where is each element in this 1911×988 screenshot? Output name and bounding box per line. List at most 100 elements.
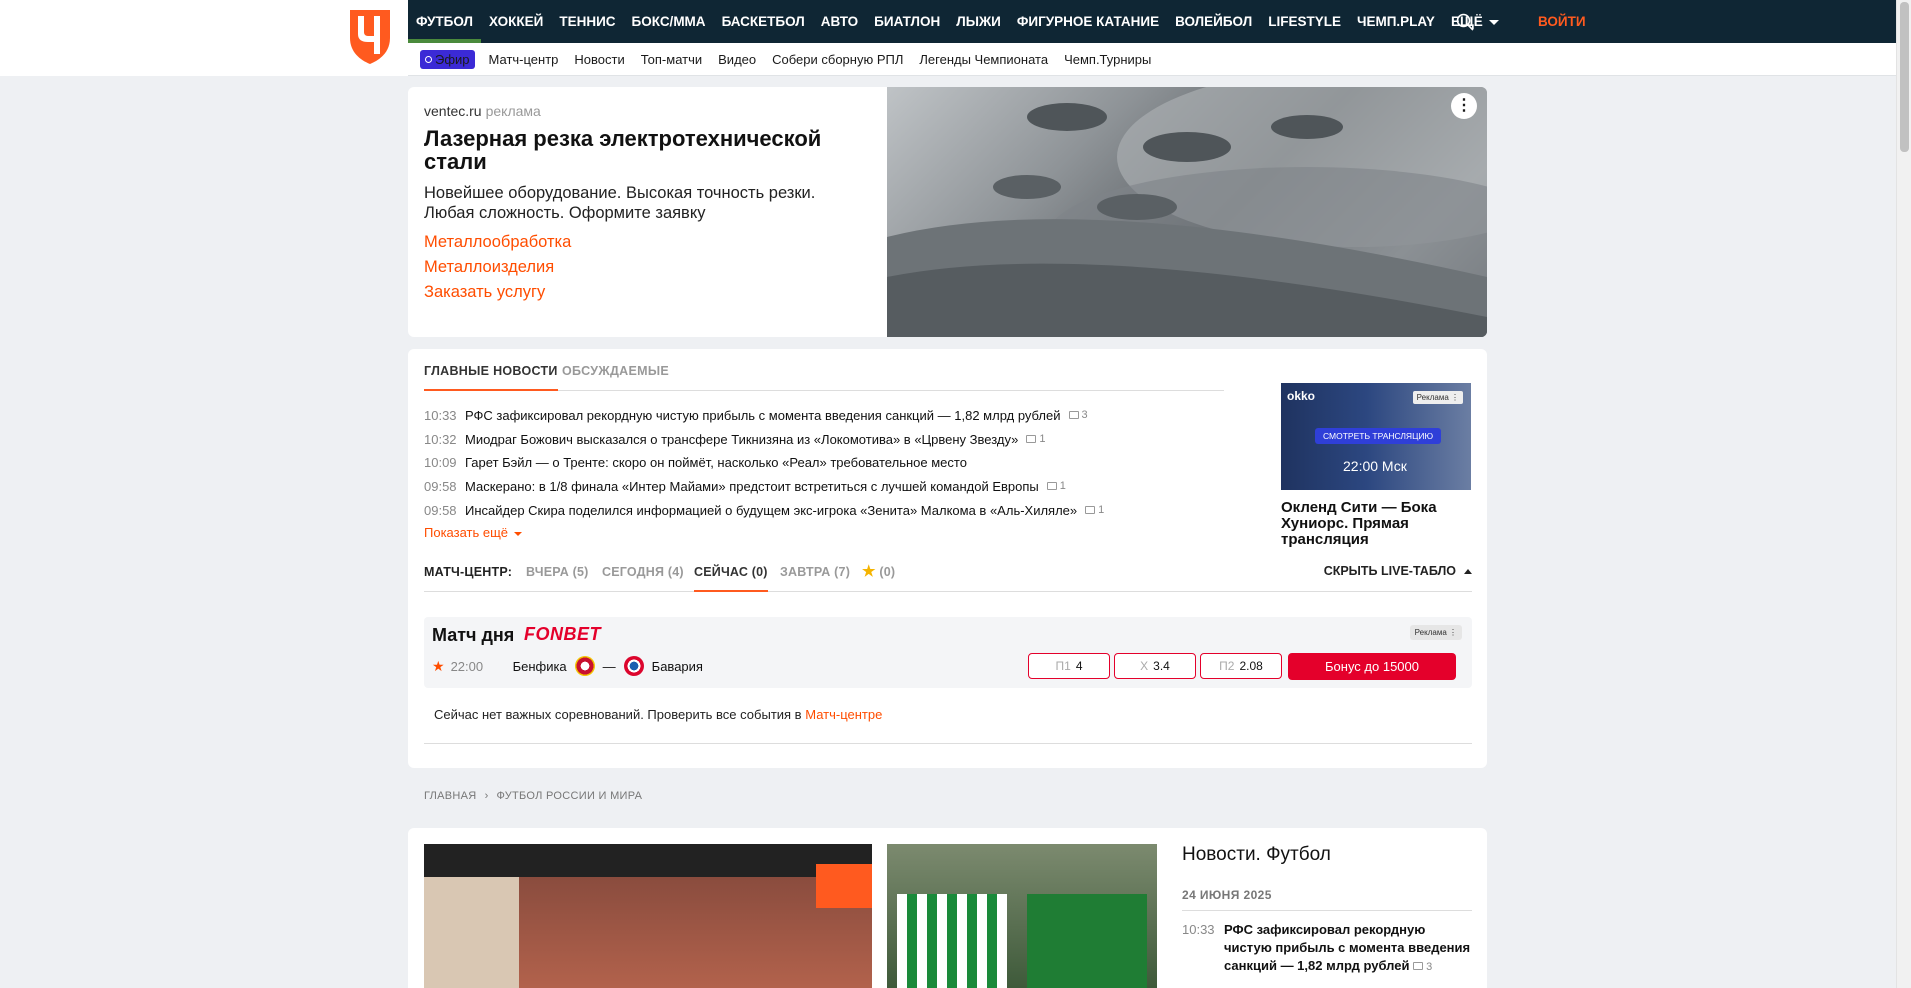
promo-image[interactable]: okko Реклама ⋮ СМОТРЕТЬ ТРАНСЛЯЦИЮ 22:00… <box>1281 383 1471 490</box>
odd-away[interactable]: П2 2.08 <box>1200 653 1282 679</box>
news-item[interactable]: 10:09 Гарет Бэйл — о Тренте: скоро он по… <box>424 453 967 471</box>
nav-lifestyle[interactable]: LIFESTYLE <box>1260 0 1349 43</box>
nav-figure-skating[interactable]: ФИГУРНОЕ КАТАНИЕ <box>1009 0 1167 43</box>
match-center-tabs: МАТЧ-ЦЕНТР: ВЧЕРА (5) СЕГОДНЯ (4) СЕЙЧАС… <box>424 564 1472 592</box>
promo-time: 22:00 Мск <box>1343 458 1407 474</box>
news-title[interactable]: Маскерано: в 1/8 финала «Интер Майами» п… <box>465 479 1039 494</box>
chevron-right-icon: › <box>484 790 489 802</box>
chevron-down-icon <box>1488 19 1499 25</box>
fonbet-logo[interactable]: FONBET <box>524 624 601 645</box>
subnav-legends[interactable]: Легенды Чемпионата <box>919 52 1048 67</box>
ad-banner[interactable]: ventec.ru реклама Лазерная резка электрот… <box>408 87 1487 337</box>
feed-date: 24 ИЮНЯ 2025 <box>1182 888 1472 911</box>
comment-icon <box>1413 962 1424 970</box>
tab-yesterday[interactable]: ВЧЕРА (5) <box>526 564 589 592</box>
feed-title[interactable]: Новости. Футбол <box>1182 844 1472 866</box>
show-more-button[interactable]: Показать ещё <box>424 525 523 540</box>
odd-away-label: П2 <box>1219 659 1235 673</box>
feed-item[interactable]: 10:33 РФС зафиксировал рекордную чистую … <box>1182 921 1472 976</box>
news-comments[interactable]: 1 <box>1026 433 1046 445</box>
news-comments[interactable]: 1 <box>1085 504 1104 516</box>
nav-auto[interactable]: АВТО <box>813 0 866 43</box>
live-icon <box>425 56 432 63</box>
news-comments[interactable]: 1 <box>1046 480 1066 492</box>
star-icon: ★ <box>862 563 876 580</box>
tab-favorites[interactable]: ★ (0) <box>862 564 895 592</box>
favorite-star-icon[interactable]: ★ <box>432 658 445 675</box>
breadcrumb-home[interactable]: ГЛАВНАЯ <box>424 790 477 802</box>
feed-headline[interactable]: РФС зафиксировал рекордную чистую прибыл… <box>1224 921 1472 976</box>
nav-champ-play[interactable]: ЧЕМП.PLAY <box>1349 0 1443 43</box>
news-item[interactable]: 10:33 РФС зафиксировал рекордную чистую … <box>424 406 1088 424</box>
news-title[interactable]: Инсайдер Скира поделился информацией о б… <box>465 503 1077 518</box>
match-row[interactable]: ★ 22:00 Бенфика — Бавария П1 4 Х 3.4 П2 2.0… <box>432 651 1464 681</box>
feed-comments[interactable]: 3 <box>1413 961 1432 973</box>
championat-logo-icon[interactable] <box>348 8 392 66</box>
ad-domain: ventec.ru реклама <box>424 103 541 119</box>
tab-now[interactable]: СЕЙЧАС (0) <box>694 564 768 592</box>
ad-link-metalwork[interactable]: Металлообработка <box>424 233 571 252</box>
subnav-news[interactable]: Новости <box>574 52 624 67</box>
subnav-match-center[interactable]: Матч-центр <box>489 52 559 67</box>
news-image-1[interactable] <box>424 844 872 988</box>
nav-football[interactable]: ФУТБОЛ <box>408 0 481 43</box>
news-comments[interactable]: 3 <box>1068 409 1088 421</box>
nav-boxing[interactable]: БОКС/ММА <box>624 0 714 43</box>
promo-ad-tag[interactable]: Реклама ⋮ <box>1412 391 1463 404</box>
ad-more-icon[interactable]: ⋮ <box>1451 93 1477 119</box>
tab-tomorrow[interactable]: ЗАВТРА (7) <box>780 564 850 592</box>
nav-biathlon[interactable]: БИАТЛОН <box>866 0 948 43</box>
subnav-top-matches[interactable]: Топ-матчи <box>641 52 702 67</box>
breadcrumb-football[interactable]: ФУТБОЛ РОССИИ И МИРА <box>497 790 643 802</box>
hide-live-board-label: СКРЫТЬ LIVE-ТАБЛО <box>1323 564 1456 578</box>
scrollbar[interactable] <box>1896 0 1911 988</box>
home-team[interactable]: Бенфика <box>513 659 567 674</box>
subnav-rpl-team[interactable]: Собери сборную РПЛ <box>772 52 903 67</box>
watch-broadcast-button[interactable]: СМОТРЕТЬ ТРАНСЛЯЦИЮ <box>1315 428 1442 444</box>
subnav-tournaments[interactable]: Чемп.Турниры <box>1064 52 1151 67</box>
news-item[interactable]: 09:58 Инсайдер Скира поделился информаци… <box>424 501 1104 519</box>
tab-main-news[interactable]: ГЛАВНЫЕ НОВОСТИ <box>424 363 558 391</box>
odd-home[interactable]: П1 4 <box>1028 653 1110 679</box>
login-button[interactable]: ВОЙТИ <box>1538 0 1586 43</box>
news-item[interactable]: 09:58 Маскерано: в 1/8 финала «Интер Май… <box>424 477 1066 495</box>
ad-link-metal-products[interactable]: Металлоизделия <box>424 258 554 277</box>
match-ad-tag[interactable]: Реклама ⋮ <box>1409 625 1462 640</box>
comment-icon <box>1085 506 1096 514</box>
nav-basketball[interactable]: БАСКЕТБОЛ <box>714 0 813 43</box>
news-section: Новости. Футбол 24 ИЮНЯ 2025 10:33 РФС з… <box>408 828 1487 988</box>
match-time: 22:00 <box>450 658 484 674</box>
news-item[interactable]: 10:32 Миодраг Божович высказался о транс… <box>424 430 1046 448</box>
vs-dash: — <box>602 658 616 674</box>
feed-headline-text: РФС зафиксировал рекордную чистую прибыл… <box>1224 922 1471 973</box>
hide-live-board-button[interactable]: СКРЫТЬ LIVE-ТАБЛО <box>1324 564 1472 578</box>
ad-link-order[interactable]: Заказать услугу <box>424 283 545 302</box>
match-center-link[interactable]: Матч-центре <box>805 707 882 722</box>
nav-volleyball[interactable]: ВОЛЕЙБОЛ <box>1167 0 1260 43</box>
news-title[interactable]: Миодраг Божович высказался о трансфере Т… <box>465 432 1018 447</box>
ad-image[interactable]: ⋮ <box>887 87 1487 337</box>
feed-time: 10:33 <box>1182 922 1215 937</box>
odd-draw-label: Х <box>1140 659 1149 673</box>
nav-hockey[interactable]: ХОККЕЙ <box>481 0 551 43</box>
news-image-2[interactable] <box>887 844 1157 988</box>
away-team[interactable]: Бавария <box>652 659 703 674</box>
bonus-button[interactable]: Бонус до 15000 <box>1288 653 1456 680</box>
nav-more[interactable]: ЕЩЁ <box>1443 0 1507 43</box>
ad-title[interactable]: Лазерная резка электротехнической стали <box>424 127 844 173</box>
news-title[interactable]: Гарет Бэйл — о Тренте: скоро он поймёт, … <box>465 455 967 470</box>
nav-ski[interactable]: ЛЫЖИ <box>948 0 1009 43</box>
subnav-video[interactable]: Видео <box>718 52 756 67</box>
nav-tennis[interactable]: ТЕННИС <box>551 0 623 43</box>
live-button[interactable]: Эфир <box>420 50 475 69</box>
promo-broadcast[interactable]: okko Реклама ⋮ СМОТРЕТЬ ТРАНСЛЯЦИЮ 22:00… <box>1281 383 1471 548</box>
comment-icon <box>1068 411 1079 419</box>
feed-comment-count: 3 <box>1426 961 1433 973</box>
search-icon[interactable] <box>1456 13 1474 31</box>
scrollbar-thumb[interactable] <box>1900 2 1909 152</box>
odd-draw[interactable]: Х 3.4 <box>1114 653 1196 679</box>
tab-discussed[interactable]: ОБСУЖДАЕМЫЕ <box>562 363 669 391</box>
news-title[interactable]: РФС зафиксировал рекордную чистую прибыл… <box>465 408 1061 423</box>
tab-today[interactable]: СЕГОДНЯ (4) <box>602 564 684 592</box>
promo-title[interactable]: Окленд Сити — Бока Хуниорс. Прямая транс… <box>1281 500 1471 548</box>
